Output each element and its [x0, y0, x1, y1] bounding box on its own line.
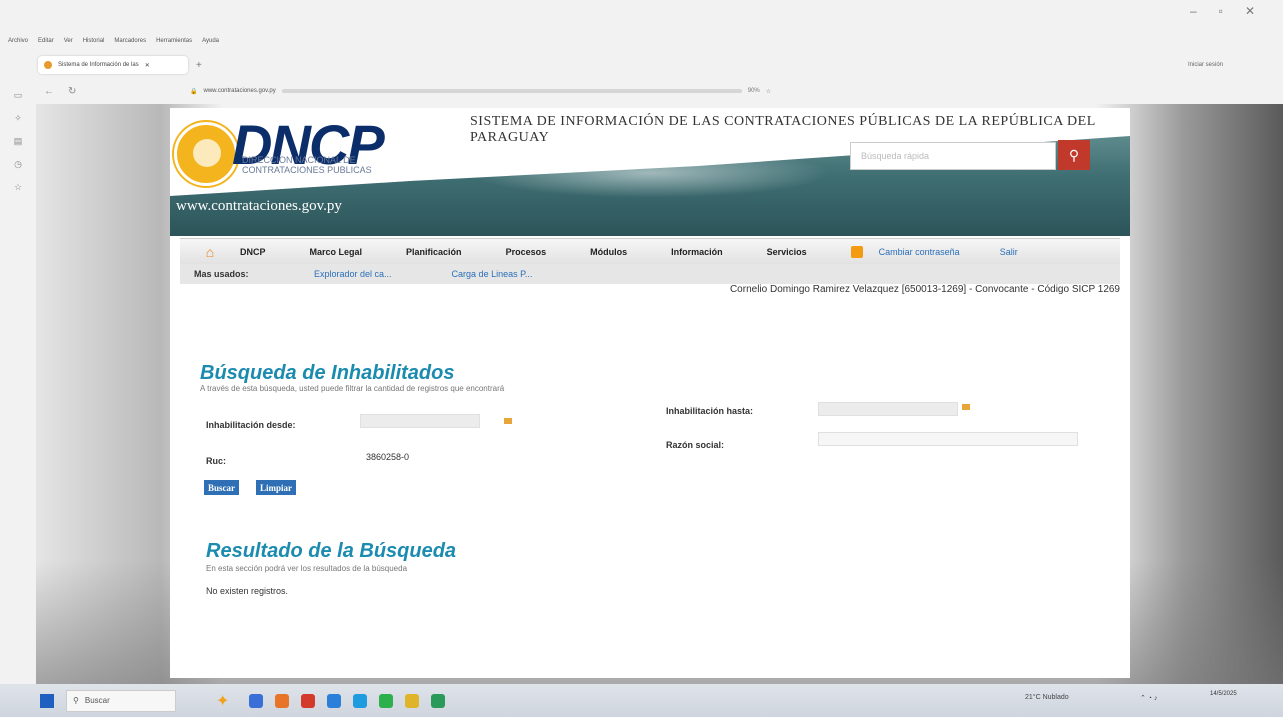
- url-text: www.contrataciones.gov.py: [203, 88, 276, 94]
- menu-herramientas[interactable]: Herramientas: [156, 38, 192, 52]
- excel-icon[interactable]: [431, 693, 446, 708]
- browser-menubar: Archivo Editar Ver Historial Marcadores …: [8, 38, 219, 52]
- nav-dncp[interactable]: DNCP: [240, 247, 266, 257]
- window-controls: – ▫ ✕: [1190, 4, 1255, 18]
- mail-icon[interactable]: [327, 693, 342, 708]
- screen: – ▫ ✕ Archivo Editar Ver Historial Marca…: [0, 0, 1283, 717]
- edge-icon[interactable]: [353, 693, 368, 708]
- frequently-used-bar: Mas usados: Explorador del ca... Carga d…: [180, 264, 1120, 284]
- maximize-icon[interactable]: ▫: [1219, 4, 1223, 18]
- copilot-icon[interactable]: ✦: [216, 691, 229, 711]
- ruc-field[interactable]: 3860258-0: [366, 452, 409, 462]
- desde-calendar-icon[interactable]: [504, 418, 512, 424]
- main-nav: ⌂ DNCP Marco Legal Planificación Proceso…: [180, 238, 1120, 264]
- nav-informacion[interactable]: Información: [671, 247, 723, 257]
- taskbar-apps: [249, 693, 446, 708]
- menu-editar[interactable]: Editar: [38, 38, 54, 52]
- nav-planificacion[interactable]: Planificación: [406, 247, 462, 257]
- nav-servicios[interactable]: Servicios: [767, 247, 807, 257]
- chrome-icon[interactable]: [379, 693, 394, 708]
- hasta-label: Inhabilitación hasta:: [666, 406, 754, 416]
- razon-social-field[interactable]: [818, 432, 1078, 446]
- result-description: En esta sección podrá ver los resultados…: [206, 564, 408, 573]
- taskbar-search[interactable]: ⚲ Buscar: [66, 689, 176, 712]
- hasta-calendar-icon[interactable]: [962, 404, 970, 410]
- sidebar-icon[interactable]: ▭: [14, 90, 23, 101]
- reload-icon[interactable]: ↻: [68, 86, 76, 97]
- windows-start-icon[interactable]: [40, 693, 54, 708]
- menu-archivo[interactable]: Archivo: [8, 38, 28, 52]
- browser-tab[interactable]: Sistema de Información de las ✕: [38, 56, 188, 74]
- menu-ayuda[interactable]: Ayuda: [202, 38, 219, 52]
- taskbar-search-icon: ⚲: [73, 696, 79, 705]
- dncp-emblem-icon: [174, 122, 238, 186]
- url-path: [281, 89, 742, 93]
- browser-sidebar: ▭ ✧ ▤ ◷ ☆: [0, 82, 36, 682]
- search-description: A través de esta búsqueda, usted puede f…: [200, 384, 505, 393]
- lock-icon: 🔒: [190, 88, 198, 95]
- quick-search-input[interactable]: Búsqueda rápida: [850, 142, 1056, 170]
- app-icon[interactable]: [301, 693, 316, 708]
- search-heading: Búsqueda de Inhabilitados: [200, 362, 455, 384]
- favicon-icon: [44, 61, 52, 69]
- ai-icon[interactable]: ✧: [14, 113, 22, 124]
- banner-highlight: [470, 148, 830, 198]
- system-tray[interactable]: ⌃ ◔ ♪: [1140, 694, 1157, 702]
- logout-link[interactable]: Salir: [1000, 247, 1018, 257]
- tab-strip: Sistema de Información de las ✕ + Inicia…: [0, 54, 1283, 76]
- buscar-button[interactable]: Buscar: [204, 480, 239, 495]
- frequently-used-label: Mas usados:: [194, 269, 249, 279]
- menu-marcadores[interactable]: Marcadores: [114, 38, 146, 52]
- bookmark-icon[interactable]: ☆: [766, 88, 771, 95]
- history-icon[interactable]: ◷: [14, 159, 22, 170]
- login-button[interactable]: Iniciar sesión: [1188, 62, 1223, 68]
- explorer-icon[interactable]: [405, 693, 420, 708]
- ruc-label: Ruc:: [206, 456, 226, 466]
- firefox-icon[interactable]: [275, 693, 290, 708]
- bookmarks-icon[interactable]: ☆: [14, 182, 22, 193]
- no-records-message: No existen registros.: [206, 586, 289, 596]
- frequent-link-explorador[interactable]: Explorador del ca...: [314, 269, 392, 279]
- nav-modulos[interactable]: Módulos: [590, 247, 627, 257]
- menu-ver[interactable]: Ver: [64, 38, 73, 52]
- desde-label: Inhabilitación desde:: [206, 420, 296, 430]
- user-info: Cornelio Domingo Ramirez Velazquez [6500…: [729, 284, 1120, 295]
- taskbar: ⚲ Buscar ✦ 21°C Nublado ⌃ ◔ ♪ 14/5/2025: [0, 684, 1283, 717]
- site-url: www.contrataciones.gov.py: [176, 198, 342, 214]
- tab-close-icon[interactable]: ✕: [145, 62, 150, 69]
- tabs-icon[interactable]: ▤: [14, 136, 23, 147]
- search-button[interactable]: ⚲: [1058, 140, 1090, 170]
- limpiar-button[interactable]: Limpiar: [256, 480, 297, 495]
- minimize-icon[interactable]: –: [1190, 4, 1197, 18]
- rss-icon[interactable]: [850, 245, 863, 258]
- logo-subtitle-1: DIRECCION NACIONAL DE: [242, 155, 356, 165]
- search-icon: ⚲: [1068, 146, 1080, 163]
- hasta-field[interactable]: [818, 402, 958, 416]
- logo-subtitle-2: CONTRATACIONES PUBLICAS: [242, 165, 372, 175]
- back-icon[interactable]: ←: [44, 86, 54, 97]
- taskview-icon[interactable]: [249, 693, 264, 708]
- weather-widget[interactable]: 21°C Nublado: [1025, 694, 1069, 701]
- dncp-page: DNCP DIRECCION NACIONAL DE CONTRATACIONE…: [170, 108, 1130, 678]
- url-bar[interactable]: 🔒 www.contrataciones.gov.py 90% ☆: [190, 84, 1050, 98]
- site-header: DNCP DIRECCION NACIONAL DE CONTRATACIONE…: [170, 108, 1130, 238]
- razon-social-label: Razón social:: [666, 440, 725, 450]
- result-heading: Resultado de la Búsqueda: [206, 540, 457, 562]
- clock[interactable]: 14/5/2025: [1210, 690, 1237, 699]
- new-tab-icon[interactable]: +: [196, 60, 202, 71]
- taskbar-search-label: Buscar: [84, 696, 110, 705]
- nav-marco-legal[interactable]: Marco Legal: [310, 247, 363, 257]
- close-icon[interactable]: ✕: [1245, 4, 1255, 18]
- nav-procesos[interactable]: Procesos: [506, 247, 547, 257]
- change-password-link[interactable]: Cambiar contraseña: [879, 247, 960, 257]
- home-icon[interactable]: ⌂: [180, 244, 240, 260]
- desde-field[interactable]: [360, 414, 480, 428]
- search-panel: Búsqueda de Inhabilitados A través de es…: [190, 318, 1110, 678]
- tab-title: Sistema de Información de las: [58, 62, 139, 68]
- zoom-level[interactable]: 90%: [748, 88, 760, 94]
- menu-historial[interactable]: Historial: [83, 38, 105, 52]
- frequent-link-carga[interactable]: Carga de Lineas P...: [452, 269, 533, 279]
